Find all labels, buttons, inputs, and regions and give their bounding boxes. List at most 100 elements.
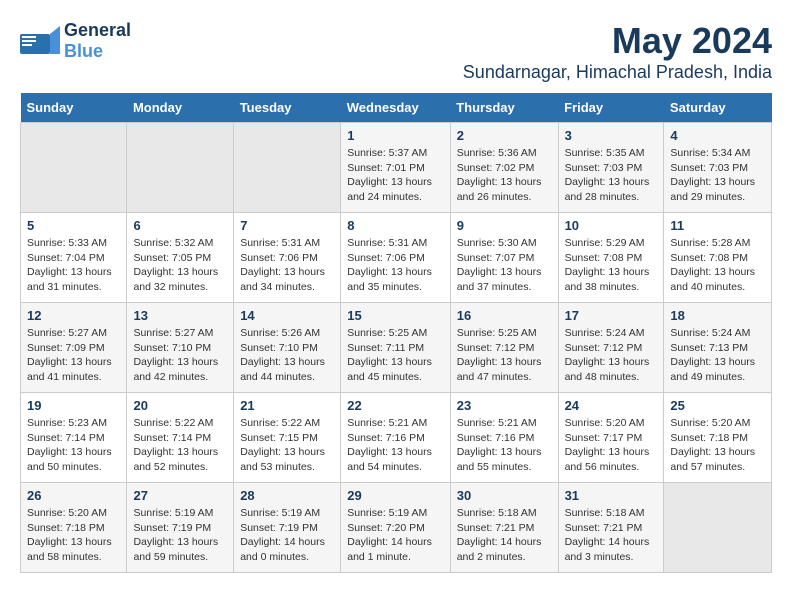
day-info: Sunrise: 5:31 AM Sunset: 7:06 PM Dayligh… (347, 236, 443, 295)
day-info: Sunrise: 5:26 AM Sunset: 7:10 PM Dayligh… (240, 326, 334, 385)
calendar-cell (127, 123, 234, 213)
day-number: 28 (240, 488, 334, 503)
month-title: May 2024 (463, 20, 772, 62)
calendar-cell: 13 Sunrise: 5:27 AM Sunset: 7:10 PM Dayli… (127, 303, 234, 393)
day-info: Sunrise: 5:21 AM Sunset: 7:16 PM Dayligh… (457, 416, 552, 475)
day-number: 18 (670, 308, 765, 323)
day-number: 22 (347, 398, 443, 413)
calendar-cell: 28 Sunrise: 5:19 AM Sunset: 7:19 PM Dayli… (234, 483, 341, 573)
day-info: Sunrise: 5:23 AM Sunset: 7:14 PM Dayligh… (27, 416, 120, 475)
day-number: 15 (347, 308, 443, 323)
day-number: 17 (565, 308, 658, 323)
calendar-cell: 5Sunrise: 5:33 AM Sunset: 7:04 PM Daylig… (21, 213, 127, 303)
day-number: 11 (670, 218, 765, 233)
calendar-header-monday: Monday (127, 93, 234, 123)
logo: General Blue (20, 20, 131, 62)
day-number: 26 (27, 488, 120, 503)
day-number: 7 (240, 218, 334, 233)
day-info: Sunrise: 5:21 AM Sunset: 7:16 PM Dayligh… (347, 416, 443, 475)
day-number: 30 (457, 488, 552, 503)
day-number: 14 (240, 308, 334, 323)
day-info: Sunrise: 5:18 AM Sunset: 7:21 PM Dayligh… (457, 506, 552, 565)
day-info: Sunrise: 5:27 AM Sunset: 7:10 PM Dayligh… (133, 326, 227, 385)
day-info: Sunrise: 5:19 AM Sunset: 7:19 PM Dayligh… (240, 506, 334, 565)
day-number: 19 (27, 398, 120, 413)
calendar-cell: 25 Sunrise: 5:20 AM Sunset: 7:18 PM Dayli… (664, 393, 772, 483)
title-section: May 2024 Sundarnagar, Himachal Pradesh, … (463, 20, 772, 83)
calendar-cell: 20 Sunrise: 5:22 AM Sunset: 7:14 PM Dayli… (127, 393, 234, 483)
calendar-cell: 7Sunrise: 5:31 AM Sunset: 7:06 PM Daylig… (234, 213, 341, 303)
day-number: 21 (240, 398, 334, 413)
day-number: 6 (133, 218, 227, 233)
calendar-cell: 12Sunrise: 5:27 AM Sunset: 7:09 PM Dayli… (21, 303, 127, 393)
day-info: Sunrise: 5:28 AM Sunset: 7:08 PM Dayligh… (670, 236, 765, 295)
day-info: Sunrise: 5:22 AM Sunset: 7:14 PM Dayligh… (133, 416, 227, 475)
calendar-cell: 4 Sunrise: 5:34 AM Sunset: 7:03 PM Daylig… (664, 123, 772, 213)
day-info: Sunrise: 5:37 AM Sunset: 7:01 PM Dayligh… (347, 146, 443, 205)
calendar-cell: 24Sunrise: 5:20 AM Sunset: 7:17 PM Dayli… (558, 393, 664, 483)
calendar-cell: 1 Sunrise: 5:37 AM Sunset: 7:01 PM Daylig… (341, 123, 450, 213)
calendar-header-saturday: Saturday (664, 93, 772, 123)
calendar-cell: 10Sunrise: 5:29 AM Sunset: 7:08 PM Dayli… (558, 213, 664, 303)
calendar-week-row: 19 Sunrise: 5:23 AM Sunset: 7:14 PM Dayli… (21, 393, 772, 483)
calendar-body: 1 Sunrise: 5:37 AM Sunset: 7:01 PM Daylig… (21, 123, 772, 573)
calendar-week-row: 1 Sunrise: 5:37 AM Sunset: 7:01 PM Daylig… (21, 123, 772, 213)
day-number: 4 (670, 128, 765, 143)
calendar-cell: 17 Sunrise: 5:24 AM Sunset: 7:12 PM Dayli… (558, 303, 664, 393)
day-info: Sunrise: 5:20 AM Sunset: 7:18 PM Dayligh… (27, 506, 120, 565)
day-info: Sunrise: 5:34 AM Sunset: 7:03 PM Dayligh… (670, 146, 765, 205)
day-info: Sunrise: 5:24 AM Sunset: 7:13 PM Dayligh… (670, 326, 765, 385)
day-info: Sunrise: 5:19 AM Sunset: 7:20 PM Dayligh… (347, 506, 443, 565)
calendar-cell: 19 Sunrise: 5:23 AM Sunset: 7:14 PM Dayli… (21, 393, 127, 483)
calendar-cell: 6 Sunrise: 5:32 AM Sunset: 7:05 PM Daylig… (127, 213, 234, 303)
day-info: Sunrise: 5:35 AM Sunset: 7:03 PM Dayligh… (565, 146, 658, 205)
day-info: Sunrise: 5:20 AM Sunset: 7:17 PM Dayligh… (565, 416, 658, 475)
day-number: 13 (133, 308, 227, 323)
calendar-header-tuesday: Tuesday (234, 93, 341, 123)
day-number: 2 (457, 128, 552, 143)
calendar-cell: 8 Sunrise: 5:31 AM Sunset: 7:06 PM Daylig… (341, 213, 450, 303)
day-info: Sunrise: 5:24 AM Sunset: 7:12 PM Dayligh… (565, 326, 658, 385)
calendar-cell (21, 123, 127, 213)
day-number: 1 (347, 128, 443, 143)
day-number: 27 (133, 488, 227, 503)
calendar-cell: 22 Sunrise: 5:21 AM Sunset: 7:16 PM Dayli… (341, 393, 450, 483)
calendar-cell: 11 Sunrise: 5:28 AM Sunset: 7:08 PM Dayli… (664, 213, 772, 303)
calendar-cell: 14 Sunrise: 5:26 AM Sunset: 7:10 PM Dayli… (234, 303, 341, 393)
day-number: 25 (670, 398, 765, 413)
calendar-cell: 15Sunrise: 5:25 AM Sunset: 7:11 PM Dayli… (341, 303, 450, 393)
day-info: Sunrise: 5:27 AM Sunset: 7:09 PM Dayligh… (27, 326, 120, 385)
day-info: Sunrise: 5:18 AM Sunset: 7:21 PM Dayligh… (565, 506, 658, 565)
calendar-cell (664, 483, 772, 573)
day-info: Sunrise: 5:32 AM Sunset: 7:05 PM Dayligh… (133, 236, 227, 295)
day-info: Sunrise: 5:30 AM Sunset: 7:07 PM Dayligh… (457, 236, 552, 295)
day-number: 20 (133, 398, 227, 413)
day-info: Sunrise: 5:20 AM Sunset: 7:18 PM Dayligh… (670, 416, 765, 475)
calendar-cell: 31 Sunrise: 5:18 AM Sunset: 7:21 PM Dayli… (558, 483, 664, 573)
logo-blue: Blue (64, 41, 103, 62)
day-number: 16 (457, 308, 552, 323)
logo-icon (20, 26, 60, 56)
calendar-cell: 2 Sunrise: 5:36 AM Sunset: 7:02 PM Daylig… (450, 123, 558, 213)
logo-general: General (64, 20, 131, 41)
calendar-table: SundayMondayTuesdayWednesdayThursdayFrid… (20, 93, 772, 573)
calendar-cell: 3 Sunrise: 5:35 AM Sunset: 7:03 PM Daylig… (558, 123, 664, 213)
day-info: Sunrise: 5:22 AM Sunset: 7:15 PM Dayligh… (240, 416, 334, 475)
calendar-cell: 27Sunrise: 5:19 AM Sunset: 7:19 PM Dayli… (127, 483, 234, 573)
calendar-header-thursday: Thursday (450, 93, 558, 123)
calendar-cell: 9Sunrise: 5:30 AM Sunset: 7:07 PM Daylig… (450, 213, 558, 303)
calendar-header-sunday: Sunday (21, 93, 127, 123)
logo-text: General Blue (64, 20, 131, 62)
day-number: 3 (565, 128, 658, 143)
calendar-header-row: SundayMondayTuesdayWednesdayThursdayFrid… (21, 93, 772, 123)
day-number: 31 (565, 488, 658, 503)
day-info: Sunrise: 5:36 AM Sunset: 7:02 PM Dayligh… (457, 146, 552, 205)
calendar-header-friday: Friday (558, 93, 664, 123)
day-info: Sunrise: 5:29 AM Sunset: 7:08 PM Dayligh… (565, 236, 658, 295)
calendar-week-row: 26 Sunrise: 5:20 AM Sunset: 7:18 PM Dayli… (21, 483, 772, 573)
day-number: 29 (347, 488, 443, 503)
day-number: 23 (457, 398, 552, 413)
calendar-cell: 30 Sunrise: 5:18 AM Sunset: 7:21 PM Dayli… (450, 483, 558, 573)
day-number: 8 (347, 218, 443, 233)
calendar-cell: 21 Sunrise: 5:22 AM Sunset: 7:15 PM Dayli… (234, 393, 341, 483)
